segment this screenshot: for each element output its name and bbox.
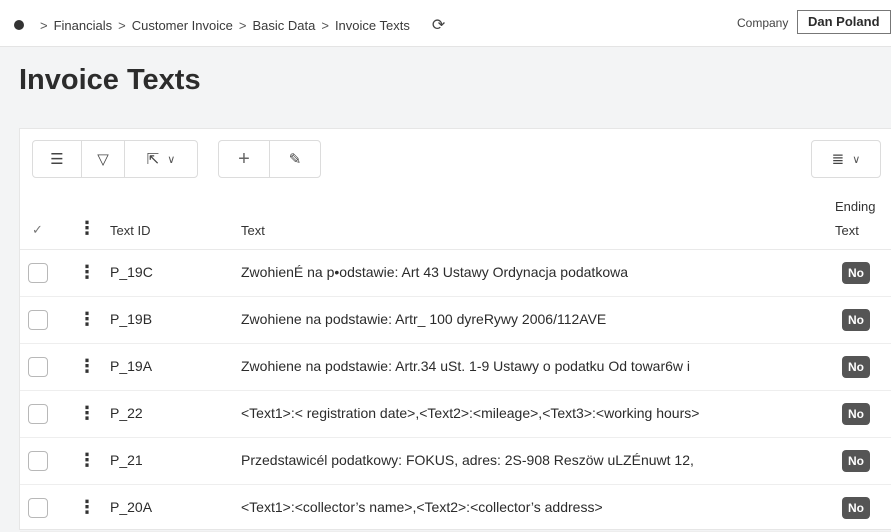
ending-text-badge: No (842, 262, 870, 284)
breadcrumb-separator: > (238, 17, 247, 33)
export-button[interactable]: ⇱ ∨ (125, 141, 197, 177)
edit-toolbar-group: + ✎ (218, 140, 321, 178)
column-header-text[interactable]: Text (241, 223, 265, 238)
add-button[interactable]: + (219, 141, 270, 177)
column-settings-icon: ≣ (831, 151, 845, 168)
page-title: Invoice Texts (19, 64, 201, 96)
filter-button[interactable]: ▽ (82, 141, 125, 177)
company-selector[interactable]: Dan Poland (797, 10, 891, 34)
chevron-down-icon: ∨ (167, 153, 176, 166)
breadcrumb-separator: > (118, 17, 126, 33)
cell-text-id: P_19B (110, 311, 153, 327)
breadcrumb-separator: > (321, 17, 329, 33)
home-icon[interactable] (14, 20, 24, 30)
edit-button[interactable]: ✎ (270, 141, 320, 177)
filter-icon: ▽ (97, 151, 109, 168)
ending-text-badge: No (842, 356, 870, 378)
row-kebab-icon[interactable]: ⋮ (78, 450, 96, 471)
column-header-ending-text-line1[interactable]: Ending (835, 199, 875, 214)
table-row[interactable]: ⋮ P_22 <Text1>:< registration date>,<Tex… (20, 391, 891, 438)
column-header-text-id[interactable]: Text ID (110, 223, 150, 238)
table-row[interactable]: ⋮ P_20A <Text1>:<collector’s name>,<Text… (20, 485, 891, 532)
table-row[interactable]: ⋮ P_19C ZwohienÉ na p•odstawie: Art 43 U… (20, 250, 891, 297)
row-kebab-icon[interactable]: ⋮ (78, 403, 96, 424)
breadcrumb-item-customer-invoice[interactable]: Customer Invoice (132, 18, 233, 33)
table-card: ☰ ▽ ⇱ ∨ + ✎ ≣ ∨ ✓ ⋮ Text ID Text Ending … (19, 128, 891, 532)
row-kebab-icon[interactable]: ⋮ (78, 356, 96, 377)
table-settings-group: ≣ ∨ (811, 140, 881, 178)
chevron-right-icon: > (40, 17, 48, 33)
ending-text-badge: No (842, 309, 870, 331)
ending-text-badge: No (842, 403, 870, 425)
breadcrumb-item-basic-data[interactable]: Basic Data (252, 18, 315, 33)
ending-text-badge: No (842, 497, 870, 519)
refresh-icon[interactable]: ⟳ (432, 15, 445, 35)
list-icon: ☰ (50, 151, 64, 168)
cell-text-id: P_20A (110, 499, 153, 515)
table-row[interactable]: ⋮ P_19A Zwohiene na podstawie: Artr.34 u… (20, 344, 891, 391)
export-icon: ⇱ (146, 151, 160, 168)
table-row[interactable]: ⋮ P_21 Przedstawicél podatkowy: FOKUS, a… (20, 438, 891, 485)
column-settings-button[interactable]: ≣ ∨ (812, 141, 880, 177)
chevron-down-icon: ∨ (852, 153, 861, 166)
cell-text: <Text1>:<collector’s name>,<Text2>:<coll… (241, 499, 603, 515)
invoice-texts-table: ✓ ⋮ Text ID Text Ending Text ⋮ P_19C Zwo… (20, 184, 891, 532)
row-checkbox[interactable] (28, 451, 48, 471)
cell-text: <Text1>:< registration date>,<Text2>:<mi… (241, 405, 700, 421)
select-all-checkmark-icon[interactable]: ✓ (32, 222, 43, 238)
row-checkbox[interactable] (28, 310, 48, 330)
table-row[interactable]: ⋮ P_19B Zwohiene na podstawie: Artr_ 100… (20, 297, 891, 344)
table-header: ✓ ⋮ Text ID Text Ending Text (20, 184, 891, 250)
cell-text: ZwohienÉ na p•odstawie: Art 43 Ustawy Or… (241, 264, 628, 280)
top-bar: > Financials > Customer Invoice > Basic … (0, 0, 891, 47)
header-kebab-icon[interactable]: ⋮ (78, 218, 96, 239)
cell-text: Zwohiene na podstawie: Artr.34 uSt. 1-9 … (241, 358, 691, 374)
row-kebab-icon[interactable]: ⋮ (78, 497, 96, 518)
breadcrumb: > Financials > Customer Invoice > Basic … (14, 15, 445, 35)
cell-text-id: P_19C (110, 264, 153, 280)
cell-text: Zwohiene na podstawie: Artr_ 100 dyreRyw… (241, 311, 607, 327)
cell-text-id: P_19A (110, 358, 153, 374)
cell-text-id: P_21 (110, 452, 143, 468)
breadcrumb-item-invoice-texts: Invoice Texts (334, 17, 410, 33)
company-label: Company (737, 16, 789, 30)
column-header-ending-text-line2[interactable]: Text (835, 223, 859, 238)
row-kebab-icon[interactable]: ⋮ (78, 262, 96, 283)
row-checkbox[interactable] (28, 404, 48, 424)
row-kebab-icon[interactable]: ⋮ (78, 309, 96, 330)
add-icon: + (238, 147, 250, 170)
row-checkbox[interactable] (28, 263, 48, 283)
row-checkbox[interactable] (28, 498, 48, 518)
breadcrumb-item-financials[interactable]: Financials (54, 18, 113, 33)
cell-text-id: P_22 (110, 405, 143, 421)
view-toolbar-group: ☰ ▽ ⇱ ∨ (32, 140, 198, 178)
list-view-button[interactable]: ☰ (33, 141, 82, 177)
edit-icon: ✎ (288, 151, 302, 168)
cell-text: Przedstawicél podatkowy: FOKUS, adres: 2… (241, 452, 694, 468)
ending-text-badge: No (842, 450, 870, 472)
row-checkbox[interactable] (28, 357, 48, 377)
